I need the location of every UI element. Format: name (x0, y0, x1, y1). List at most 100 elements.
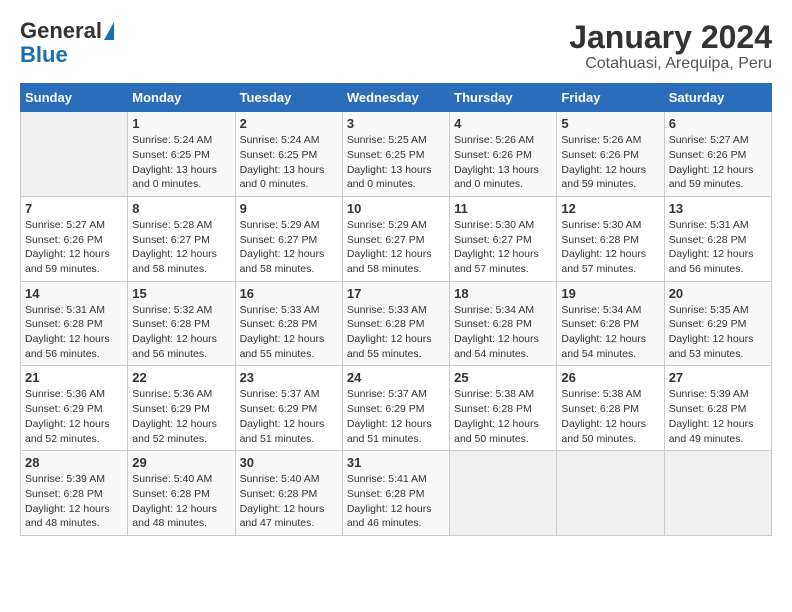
day-info: Sunrise: 5:38 AM Sunset: 6:28 PM Dayligh… (454, 387, 552, 446)
day-info: Sunrise: 5:24 AM Sunset: 6:25 PM Dayligh… (240, 133, 338, 192)
day-info: Sunrise: 5:36 AM Sunset: 6:29 PM Dayligh… (132, 387, 230, 446)
day-number: 19 (561, 286, 659, 301)
calendar-cell: 24 Sunrise: 5:37 AM Sunset: 6:29 PM Dayli… (342, 366, 449, 451)
calendar-cell: 5 Sunrise: 5:26 AM Sunset: 6:26 PM Daylig… (557, 112, 664, 197)
calendar-cell: 18Sunrise: 5:34 AM Sunset: 6:28 PM Dayli… (450, 281, 557, 366)
page-title: January 2024 (569, 20, 772, 55)
page-header: General Blue January 2024 Cotahuasi, Are… (20, 20, 772, 73)
day-info: Sunrise: 5:36 AM Sunset: 6:29 PM Dayligh… (25, 387, 123, 446)
day-info: Sunrise: 5:31 AM Sunset: 6:28 PM Dayligh… (25, 303, 123, 362)
day-number: 10 (347, 201, 445, 216)
day-number: 14 (25, 286, 123, 301)
day-info: Sunrise: 5:27 AM Sunset: 6:26 PM Dayligh… (25, 218, 123, 277)
calendar-cell: 11 Sunrise: 5:30 AM Sunset: 6:27 PM Dayli… (450, 196, 557, 281)
day-number: 18 (454, 286, 552, 301)
calendar-cell: 29 Sunrise: 5:40 AM Sunset: 6:28 PM Dayli… (128, 451, 235, 536)
day-info: Sunrise: 5:34 AM Sunset: 6:28 PM Dayligh… (561, 303, 659, 362)
column-header-tuesday: Tuesday (235, 84, 342, 112)
column-header-thursday: Thursday (450, 84, 557, 112)
day-info: Sunrise: 5:40 AM Sunset: 6:28 PM Dayligh… (240, 472, 338, 531)
day-number: 15 (132, 286, 230, 301)
calendar-cell: 1Sunrise: 5:24 AM Sunset: 6:25 PM Daylig… (128, 112, 235, 197)
calendar-table: SundayMondayTuesdayWednesdayThursdayFrid… (20, 83, 772, 536)
day-info: Sunrise: 5:35 AM Sunset: 6:29 PM Dayligh… (669, 303, 767, 362)
day-info: Sunrise: 5:31 AM Sunset: 6:28 PM Dayligh… (669, 218, 767, 277)
day-info: Sunrise: 5:29 AM Sunset: 6:27 PM Dayligh… (240, 218, 338, 277)
calendar-cell (557, 451, 664, 536)
calendar-cell: 6 Sunrise: 5:27 AM Sunset: 6:26 PM Daylig… (664, 112, 771, 197)
calendar-cell: 9 Sunrise: 5:29 AM Sunset: 6:27 PM Daylig… (235, 196, 342, 281)
calendar-cell: 17Sunrise: 5:33 AM Sunset: 6:28 PM Dayli… (342, 281, 449, 366)
day-info: Sunrise: 5:29 AM Sunset: 6:27 PM Dayligh… (347, 218, 445, 277)
calendar-week-row: 1Sunrise: 5:24 AM Sunset: 6:25 PM Daylig… (21, 112, 772, 197)
title-block: January 2024 Cotahuasi, Arequipa, Peru (569, 20, 772, 73)
calendar-cell: 13 Sunrise: 5:31 AM Sunset: 6:28 PM Dayli… (664, 196, 771, 281)
day-number: 24 (347, 370, 445, 385)
day-info: Sunrise: 5:37 AM Sunset: 6:29 PM Dayligh… (240, 387, 338, 446)
logo-triangle-icon (104, 22, 114, 40)
calendar-cell: 3 Sunrise: 5:25 AM Sunset: 6:25 PM Daylig… (342, 112, 449, 197)
day-number: 7 (25, 201, 123, 216)
calendar-cell: 10 Sunrise: 5:29 AM Sunset: 6:27 PM Dayli… (342, 196, 449, 281)
day-number: 13 (669, 201, 767, 216)
page-subtitle: Cotahuasi, Arequipa, Peru (569, 55, 772, 73)
day-info: Sunrise: 5:27 AM Sunset: 6:26 PM Dayligh… (669, 133, 767, 192)
day-info: Sunrise: 5:28 AM Sunset: 6:27 PM Dayligh… (132, 218, 230, 277)
calendar-cell: 28Sunrise: 5:39 AM Sunset: 6:28 PM Dayli… (21, 451, 128, 536)
logo-general-text: General (20, 20, 102, 42)
calendar-cell: 22 Sunrise: 5:36 AM Sunset: 6:29 PM Dayli… (128, 366, 235, 451)
calendar-week-row: 28Sunrise: 5:39 AM Sunset: 6:28 PM Dayli… (21, 451, 772, 536)
calendar-header-row: SundayMondayTuesdayWednesdayThursdayFrid… (21, 84, 772, 112)
calendar-week-row: 7 Sunrise: 5:27 AM Sunset: 6:26 PM Daylig… (21, 196, 772, 281)
calendar-cell: 7 Sunrise: 5:27 AM Sunset: 6:26 PM Daylig… (21, 196, 128, 281)
calendar-cell: 16 Sunrise: 5:33 AM Sunset: 6:28 PM Dayli… (235, 281, 342, 366)
day-number: 2 (240, 116, 338, 131)
day-info: Sunrise: 5:30 AM Sunset: 6:27 PM Dayligh… (454, 218, 552, 277)
day-number: 26 (561, 370, 659, 385)
day-number: 31 (347, 455, 445, 470)
calendar-cell: 26Sunrise: 5:38 AM Sunset: 6:28 PM Dayli… (557, 366, 664, 451)
day-info: Sunrise: 5:39 AM Sunset: 6:28 PM Dayligh… (669, 387, 767, 446)
day-number: 8 (132, 201, 230, 216)
day-number: 16 (240, 286, 338, 301)
calendar-cell: 25 Sunrise: 5:38 AM Sunset: 6:28 PM Dayli… (450, 366, 557, 451)
calendar-week-row: 21Sunrise: 5:36 AM Sunset: 6:29 PM Dayli… (21, 366, 772, 451)
calendar-cell: 14 Sunrise: 5:31 AM Sunset: 6:28 PM Dayli… (21, 281, 128, 366)
day-info: Sunrise: 5:33 AM Sunset: 6:28 PM Dayligh… (240, 303, 338, 362)
column-header-sunday: Sunday (21, 84, 128, 112)
calendar-cell: 15Sunrise: 5:32 AM Sunset: 6:28 PM Dayli… (128, 281, 235, 366)
calendar-week-row: 14 Sunrise: 5:31 AM Sunset: 6:28 PM Dayli… (21, 281, 772, 366)
logo-blue-text: Blue (20, 42, 68, 68)
day-info: Sunrise: 5:37 AM Sunset: 6:29 PM Dayligh… (347, 387, 445, 446)
calendar-cell (664, 451, 771, 536)
day-number: 4 (454, 116, 552, 131)
day-info: Sunrise: 5:40 AM Sunset: 6:28 PM Dayligh… (132, 472, 230, 531)
day-info: Sunrise: 5:33 AM Sunset: 6:28 PM Dayligh… (347, 303, 445, 362)
day-number: 11 (454, 201, 552, 216)
day-number: 3 (347, 116, 445, 131)
day-number: 5 (561, 116, 659, 131)
day-number: 25 (454, 370, 552, 385)
day-number: 9 (240, 201, 338, 216)
logo: General Blue (20, 20, 114, 68)
calendar-cell: 21Sunrise: 5:36 AM Sunset: 6:29 PM Dayli… (21, 366, 128, 451)
calendar-cell: 27Sunrise: 5:39 AM Sunset: 6:28 PM Dayli… (664, 366, 771, 451)
day-info: Sunrise: 5:26 AM Sunset: 6:26 PM Dayligh… (561, 133, 659, 192)
column-header-friday: Friday (557, 84, 664, 112)
day-number: 29 (132, 455, 230, 470)
calendar-cell (21, 112, 128, 197)
calendar-cell: 8 Sunrise: 5:28 AM Sunset: 6:27 PM Daylig… (128, 196, 235, 281)
column-header-monday: Monday (128, 84, 235, 112)
day-number: 12 (561, 201, 659, 216)
day-number: 30 (240, 455, 338, 470)
calendar-cell: 20Sunrise: 5:35 AM Sunset: 6:29 PM Dayli… (664, 281, 771, 366)
day-number: 6 (669, 116, 767, 131)
day-info: Sunrise: 5:25 AM Sunset: 6:25 PM Dayligh… (347, 133, 445, 192)
column-header-saturday: Saturday (664, 84, 771, 112)
calendar-cell: 31 Sunrise: 5:41 AM Sunset: 6:28 PM Dayli… (342, 451, 449, 536)
day-info: Sunrise: 5:24 AM Sunset: 6:25 PM Dayligh… (132, 133, 230, 192)
day-info: Sunrise: 5:41 AM Sunset: 6:28 PM Dayligh… (347, 472, 445, 531)
calendar-cell: 30 Sunrise: 5:40 AM Sunset: 6:28 PM Dayli… (235, 451, 342, 536)
day-number: 28 (25, 455, 123, 470)
day-number: 22 (132, 370, 230, 385)
